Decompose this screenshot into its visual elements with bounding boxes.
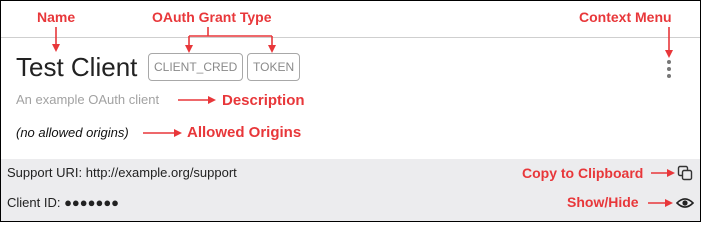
client-description: An example OAuth client xyxy=(16,92,160,107)
card-border xyxy=(1,37,700,38)
annotation-allowed-origins: Allowed Origins xyxy=(187,124,302,141)
eye-icon[interactable] xyxy=(676,196,694,210)
annotation-grant-type: OAuth Grant Type xyxy=(152,9,272,25)
annotation-copy: Copy to Clipboard xyxy=(522,165,644,181)
client-id: Client ID: ●●●●●●● xyxy=(7,195,120,210)
support-uri: Support URI: http://example.org/support xyxy=(7,165,237,180)
annotation-name: Name xyxy=(37,9,76,25)
annotation-description: Description xyxy=(222,92,305,109)
grant-type-badge: CLIENT_CRED xyxy=(148,53,244,81)
annotation-context-menu: Context Menu xyxy=(579,9,672,25)
client-name: Test Client xyxy=(16,52,138,82)
copy-icon[interactable] xyxy=(677,165,693,181)
annotation-show-hide: Show/Hide xyxy=(567,194,639,210)
grant-type-badge: TOKEN xyxy=(247,53,301,81)
allowed-origins: (no allowed origins) xyxy=(16,125,129,140)
kebab-menu-icon[interactable] xyxy=(664,60,674,80)
